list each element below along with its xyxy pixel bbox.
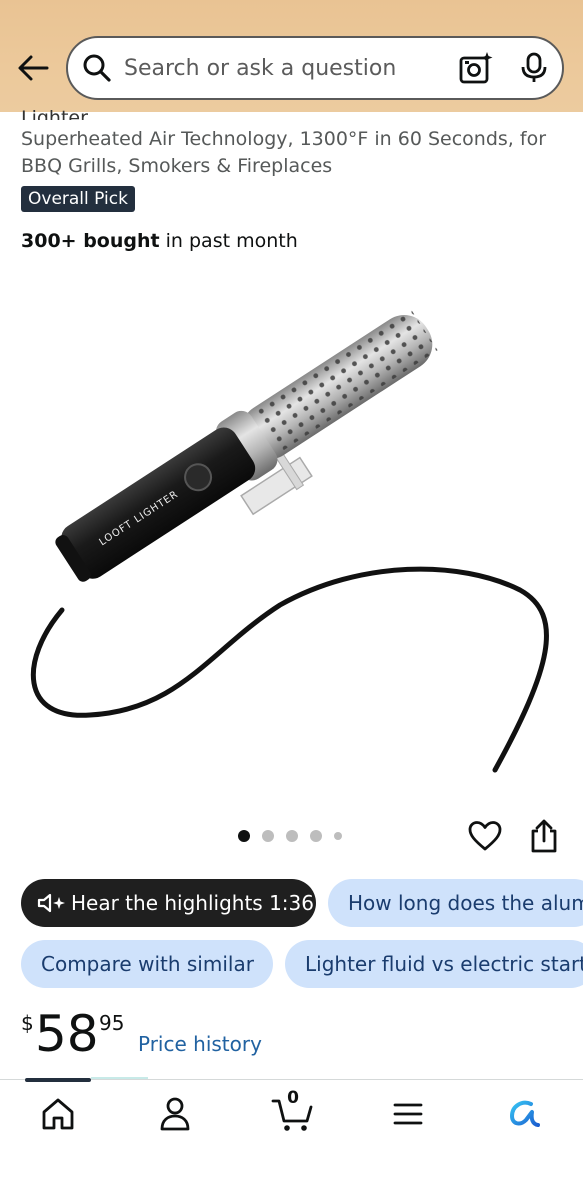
hear-highlights-chip[interactable]: Hear the highlights 1:36 <box>21 879 316 927</box>
carousel-dot-4[interactable] <box>310 830 322 842</box>
person-icon <box>160 1097 190 1131</box>
nav-active-indicator <box>25 1078 91 1082</box>
carousel-dot-5[interactable] <box>334 832 342 840</box>
hear-highlights-label: Hear the highlights 1:36 <box>71 891 314 915</box>
nav-home[interactable] <box>38 1094 78 1134</box>
search-input[interactable] <box>124 55 452 81</box>
cart-count: 0 <box>287 1088 299 1108</box>
carousel-dot-3[interactable] <box>286 830 298 842</box>
compare-similar-chip[interactable]: Compare with similar <box>21 940 273 988</box>
price-whole: 58 <box>35 1005 99 1063</box>
camera-search-icon[interactable] <box>458 50 494 86</box>
back-button[interactable] <box>14 50 52 86</box>
arrow-left-icon <box>18 55 49 81</box>
search-bar[interactable] <box>66 36 564 100</box>
heart-icon[interactable] <box>468 820 502 852</box>
speaker-sparkle-icon <box>37 893 65 912</box>
bought-count-rest: in past month <box>159 230 298 252</box>
home-icon <box>42 1098 74 1130</box>
price-fraction: 95 <box>99 1011 125 1035</box>
nav-rufus[interactable] <box>504 1094 544 1134</box>
product-title[interactable]: Superheated Air Technology, 1300°F in 60… <box>21 126 561 180</box>
product-image[interactable]: LOOFT LIGHTER <box>0 270 583 800</box>
nav-account[interactable] <box>155 1094 195 1134</box>
menu-icon <box>393 1103 423 1125</box>
bought-count: 300+ bought in past month <box>21 230 298 252</box>
image-carousel-dots[interactable] <box>238 830 342 842</box>
rufus-icon <box>510 1100 540 1127</box>
price-currency: $ <box>21 1011 34 1035</box>
product-title-partial[interactable]: Lighter <box>21 102 88 120</box>
share-icon[interactable] <box>528 818 560 854</box>
nav-menu[interactable] <box>388 1094 428 1134</box>
carousel-dot-1[interactable] <box>238 830 250 842</box>
search-icon <box>83 54 111 82</box>
price-history-link[interactable]: Price history <box>138 1032 262 1056</box>
overall-pick-badge[interactable]: Overall Pick <box>21 186 135 212</box>
bought-count-bold: 300+ bought <box>21 230 160 252</box>
carousel-dot-2[interactable] <box>262 830 274 842</box>
lighter-fluid-chip[interactable]: Lighter fluid vs electric start <box>285 940 583 988</box>
question-chip[interactable]: How long does the alum <box>328 879 583 927</box>
nav-cart[interactable]: 0 <box>270 1088 316 1134</box>
header-bar <box>0 0 583 112</box>
microphone-icon[interactable] <box>520 52 548 84</box>
